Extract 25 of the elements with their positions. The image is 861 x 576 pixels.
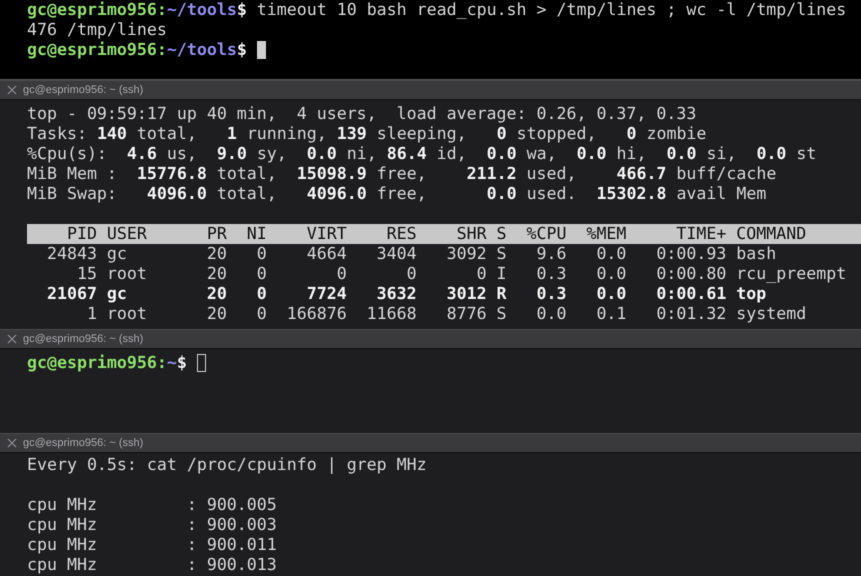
close-icon[interactable]	[7, 334, 17, 344]
table-header: PID USER PR NI VIRT RES SHR S %CPU %MEM TIME+ COMMAND	[27, 224, 861, 244]
terminal-line: cpu MHz : 900.003	[27, 515, 277, 535]
terminal-line: Tasks: 140 total, 1 running, 139 sleeping, 0 stopped, 0 zombie	[27, 124, 706, 144]
close-icon[interactable]	[7, 85, 17, 95]
terminal-line: 476 /tmp/lines	[27, 20, 167, 40]
terminal-line: cpu MHz : 900.013	[27, 555, 277, 575]
terminal-line: 1 root 20 0 166876 11668 8776 S 0.0 0.1 0:01.32 systemd	[86, 304, 806, 324]
terminal-line: gc@esprimo956:~/tools$ timeout 10 bash read_cpu.sh > /tmp/lines ; wc -l /tmp/lines	[27, 0, 846, 20]
terminal-line: %Cpu(s): 4.6 us, 9.0 sy, 0.0 ni, 86.4 id, 0.0 wa, 0.0 hi, 0.0 si, 0.0 st	[27, 144, 816, 164]
pane-title: gc@esprimo956: ~ (ssh)	[23, 437, 144, 449]
terminal-line: 24843 gc 20 0 4664 3404 3092 S 9.6 0.0 0:00.93 bash	[46, 244, 776, 264]
terminal-line: gc@esprimo956:~/tools$	[27, 40, 247, 60]
terminal-line: 15 root 20 0 0 0 0 I 0.3 0.0 0:00.80 rcu_preempt	[76, 264, 846, 284]
terminal-line: MiB Mem : 15776.8 total, 15098.9 free, 211.2 used, 466.7 buff/cache	[27, 164, 776, 184]
pane-title: gc@esprimo956: ~ (ssh)	[23, 84, 144, 96]
terminal-line: cpu MHz : 900.005	[27, 495, 277, 515]
pane-title: gc@esprimo956: ~ (ssh)	[23, 333, 144, 345]
close-icon[interactable]	[7, 438, 17, 448]
terminal-line: 21067 gc 20 0 7724 3632 3012 R 0.3 0.0 0:00.61 top	[46, 284, 766, 304]
terminal-line: top - 09:59:17 up 40 min, 4 users, load average: 0.26, 0.37, 0.33	[27, 104, 696, 124]
terminal-line: MiB Swap: 4096.0 total, 4096.0 free, 0.0 used. 15302.8 avail Mem	[27, 184, 766, 204]
terminal-line: cpu MHz : 900.011	[27, 535, 277, 555]
terminal-line: gc@esprimo956:~$	[27, 353, 187, 373]
terminal-line: Every 0.5s: cat /proc/cpuinfo | grep MHz	[27, 455, 427, 475]
